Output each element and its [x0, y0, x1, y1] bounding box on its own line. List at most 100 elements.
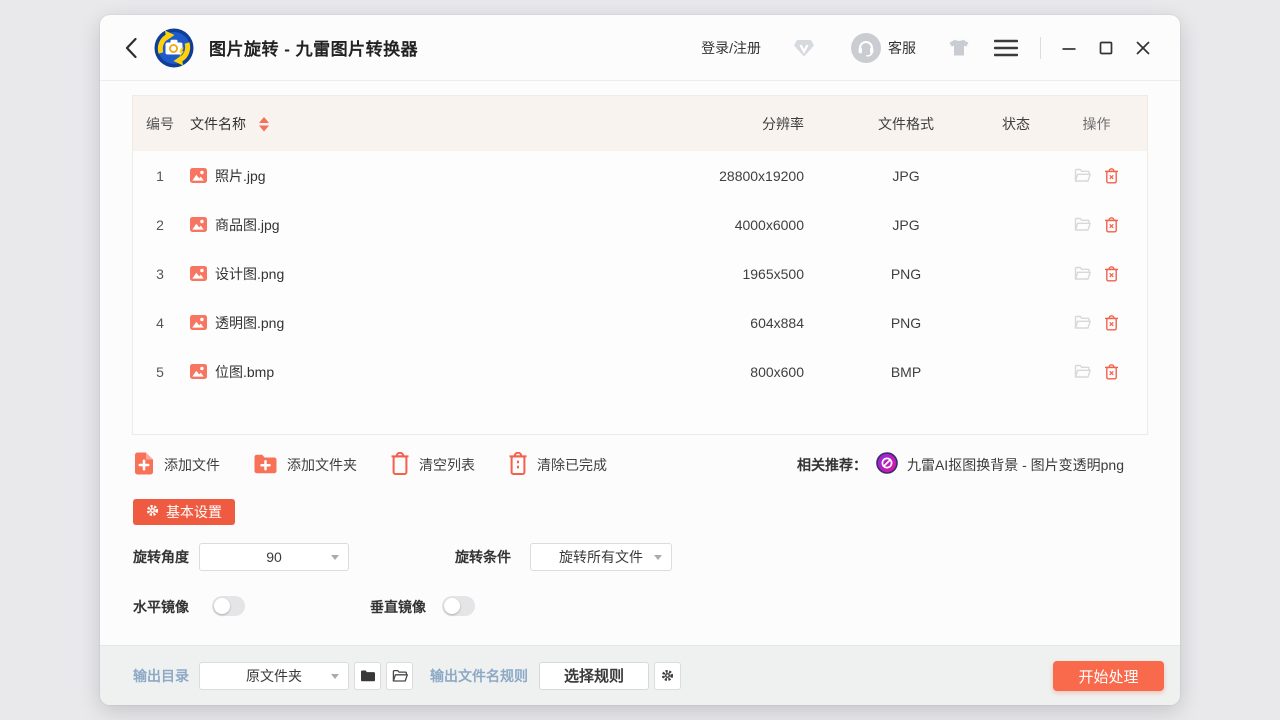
- recommendation-link[interactable]: 九雷AI抠图换背景 - 图片变透明png: [907, 455, 1124, 475]
- rotate-angle-select[interactable]: 90: [199, 543, 349, 571]
- app-logo-icon: [154, 28, 194, 68]
- row-actions: [1046, 364, 1147, 380]
- start-processing-label: 开始处理: [1078, 666, 1138, 687]
- gear-icon: [146, 504, 159, 520]
- clear-completed-label: 清除已完成: [537, 455, 607, 475]
- output-dir-value: 原文件夹: [246, 666, 302, 686]
- image-file-icon: [190, 168, 207, 183]
- basic-settings-tab[interactable]: 基本设置: [133, 499, 235, 525]
- vertical-mirror-toggle[interactable]: [442, 596, 475, 616]
- locate-file-folder-icon[interactable]: [1074, 168, 1091, 183]
- basic-settings-label: 基本设置: [166, 502, 222, 522]
- clear-completed-button[interactable]: 清除已完成: [508, 452, 607, 479]
- delete-file-icon[interactable]: [1104, 217, 1119, 233]
- chevron-down-icon: [331, 555, 339, 560]
- maximize-button[interactable]: [1097, 39, 1115, 57]
- vertical-mirror-label: 垂直镜像: [370, 596, 426, 618]
- start-processing-button[interactable]: 开始处理: [1053, 661, 1164, 691]
- header-filename: 文件名称: [190, 114, 246, 134]
- login-register-link[interactable]: 登录/注册: [701, 38, 761, 58]
- clear-list-button[interactable]: 清空列表: [390, 452, 475, 479]
- close-button[interactable]: [1134, 39, 1152, 57]
- sort-icon[interactable]: [258, 116, 270, 132]
- open-output-folder-button[interactable]: [386, 662, 413, 690]
- header-index: 编号: [133, 114, 187, 134]
- file-table-body: 1 照片.jpg 28800x19200 JPG 2 商品图.jpg 400: [133, 151, 1147, 396]
- chevron-down-icon: [331, 674, 339, 679]
- delete-file-icon[interactable]: [1104, 266, 1119, 282]
- customer-service-label[interactable]: 客服: [888, 38, 916, 58]
- row-resolution: 604x884: [644, 315, 804, 331]
- chevron-down-icon: [654, 555, 662, 560]
- row-filename-cell: 设计图.png: [187, 264, 644, 284]
- delete-file-icon[interactable]: [1104, 364, 1119, 380]
- locate-file-folder-icon[interactable]: [1074, 217, 1091, 232]
- back-chevron-icon: [124, 36, 138, 60]
- rotate-condition-value: 旋转所有文件: [559, 547, 643, 567]
- row-format: PNG: [826, 266, 986, 282]
- output-bar: 输出目录 原文件夹 输出文件名规则 选择规则 开始处理: [100, 645, 1180, 705]
- customer-service-avatar-icon[interactable]: [851, 33, 881, 63]
- delete-file-icon[interactable]: [1104, 315, 1119, 331]
- row-actions: [1046, 266, 1147, 282]
- folder-icon: [360, 669, 376, 683]
- rotation-settings-row: 旋转角度 90 旋转条件 旋转所有文件: [133, 543, 1147, 571]
- rotate-angle-value: 90: [266, 549, 282, 565]
- row-resolution: 800x600: [644, 364, 804, 380]
- table-row[interactable]: 3 设计图.png 1965x500 PNG: [133, 249, 1147, 298]
- minimize-button[interactable]: [1060, 39, 1078, 57]
- table-row[interactable]: 5 位图.bmp 800x600 BMP: [133, 347, 1147, 396]
- rotate-condition-select[interactable]: 旋转所有文件: [530, 543, 672, 571]
- menu-icon[interactable]: [994, 39, 1018, 57]
- row-filename-cell: 位图.bmp: [187, 362, 644, 382]
- titlebar-actions: 登录/注册 客服: [701, 33, 1152, 63]
- titlebar: 图片旋转 - 九雷图片转换器 登录/注册 客服: [100, 15, 1180, 81]
- open-folder-icon: [392, 669, 408, 683]
- table-row[interactable]: 2 商品图.jpg 4000x6000 JPG: [133, 200, 1147, 249]
- add-file-button[interactable]: 添加文件: [133, 451, 220, 479]
- locate-file-folder-icon[interactable]: [1074, 315, 1091, 330]
- titlebar-divider: [1040, 37, 1041, 59]
- add-folder-button[interactable]: 添加文件夹: [253, 453, 357, 478]
- vip-icon[interactable]: [793, 38, 815, 58]
- header-action: 操作: [1046, 114, 1147, 134]
- image-file-icon: [190, 266, 207, 281]
- back-button[interactable]: [124, 36, 140, 60]
- row-format: PNG: [826, 315, 986, 331]
- rule-settings-button[interactable]: [654, 662, 681, 690]
- row-filename: 透明图.png: [215, 313, 284, 333]
- table-row[interactable]: 4 透明图.png 604x884 PNG: [133, 298, 1147, 347]
- window-title: 图片旋转 - 九雷图片转换器: [209, 35, 418, 60]
- locate-file-folder-icon[interactable]: [1074, 364, 1091, 379]
- recommendation-app-icon[interactable]: [876, 452, 898, 479]
- row-resolution: 1965x500: [644, 266, 804, 282]
- row-actions: [1046, 168, 1147, 184]
- mirror-settings-row: 水平镜像 垂直镜像: [133, 596, 1147, 618]
- row-filename-cell: 照片.jpg: [187, 166, 644, 186]
- row-filename: 位图.bmp: [215, 362, 274, 382]
- header-filename-cell: 文件名称: [187, 114, 644, 134]
- row-filename-cell: 商品图.jpg: [187, 215, 644, 235]
- image-file-icon: [190, 217, 207, 232]
- output-dir-select[interactable]: 原文件夹: [199, 662, 349, 690]
- row-resolution: 28800x19200: [644, 168, 804, 184]
- set-folder-button[interactable]: [354, 662, 381, 690]
- skin-theme-icon[interactable]: [948, 38, 970, 57]
- rotate-condition-label: 旋转条件: [455, 543, 511, 571]
- row-resolution: 4000x6000: [644, 217, 804, 233]
- delete-file-icon[interactable]: [1104, 168, 1119, 184]
- locate-file-folder-icon[interactable]: [1074, 266, 1091, 281]
- clear-list-label: 清空列表: [419, 455, 475, 475]
- row-index: 5: [133, 364, 187, 380]
- recommendation-label: 相关推荐：: [797, 455, 867, 475]
- file-table: 编号 文件名称 分辨率 文件格式 状态 操作 1 照片.jpg 28800x19…: [132, 95, 1148, 435]
- table-row[interactable]: 1 照片.jpg 28800x19200 JPG: [133, 151, 1147, 200]
- clear-completed-icon: [508, 452, 528, 479]
- output-dir-label: 输出目录: [133, 666, 189, 686]
- horizontal-mirror-toggle[interactable]: [212, 596, 245, 616]
- image-file-icon: [190, 315, 207, 330]
- select-rule-button[interactable]: 选择规则: [539, 662, 649, 690]
- row-filename: 商品图.jpg: [215, 215, 280, 235]
- select-rule-label: 选择规则: [564, 665, 624, 686]
- gear-icon: [661, 669, 674, 682]
